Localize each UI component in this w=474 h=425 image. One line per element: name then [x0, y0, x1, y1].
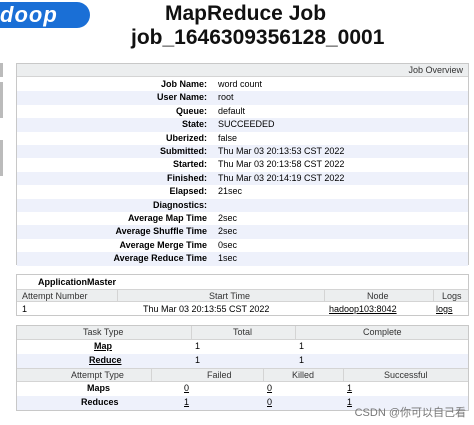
overview-row: Average Reduce Time 1sec [17, 252, 468, 266]
task-type-map-link[interactable]: Map [94, 341, 112, 351]
overview-row: Submitted: Thu Mar 03 20:13:53 CST 2022 [17, 145, 468, 159]
overview-row: State: SUCCEEDED [17, 118, 468, 132]
overview-row: User Name: root [17, 91, 468, 105]
column-header[interactable]: Attempt Type [71, 370, 124, 380]
column-header[interactable]: Killed [292, 370, 314, 380]
column-header[interactable]: Complete [363, 327, 402, 337]
field-label: Started: [172, 159, 207, 170]
successful-count-link[interactable]: 1 [347, 383, 352, 393]
field-label: Average Map Time [127, 213, 207, 223]
field-label: Job Name: [160, 79, 207, 89]
column-header[interactable]: Logs [442, 291, 462, 301]
job-overview-header: Job Overview [17, 64, 468, 77]
table-row: Reduce 1 1 [17, 354, 468, 368]
overview-row: Elapsed: 21sec [17, 185, 468, 198]
attempt-type: Reduces [81, 397, 119, 407]
attempt-number: 1 [22, 304, 28, 314]
table-row: 1 Thu Mar 03 20:13:55 CST 2022 hadoop103… [17, 303, 468, 316]
field-value: Thu Mar 03 20:13:53 CST 2022 [218, 146, 345, 156]
field-label: Average Merge Time [119, 239, 207, 250]
job-overview-panel: Job Overview Job Name: word count User Na… [16, 63, 469, 266]
overview-row: Average Shuffle Time 2sec [17, 225, 468, 239]
overview-row: Average Map Time 2sec [17, 212, 468, 225]
field-label: State: [181, 119, 207, 130]
nav-edge [0, 82, 3, 118]
task-total: 1 [195, 355, 201, 365]
field-label: Diagnostics: [152, 199, 207, 210]
task-complete: 1 [299, 341, 305, 351]
overview-row: Queue: default [17, 105, 468, 118]
table-header-row: Attempt Number Start Time Node Logs [17, 289, 468, 302]
field-value: 1sec [218, 253, 238, 264]
watermark: CSDN @你可以自己看 [354, 407, 466, 419]
nav-edge [0, 63, 3, 77]
table-row: Map 1 1 [17, 340, 468, 354]
overview-row: Started: Thu Mar 03 20:13:58 CST 2022 [17, 158, 468, 171]
task-summary-table: Task Type Total Complete Map 1 1 Reduce … [16, 325, 469, 411]
column-header[interactable]: Node [367, 291, 389, 301]
column-header[interactable]: Total [233, 327, 252, 337]
field-value: 21sec [218, 186, 243, 197]
field-value: 0sec [218, 239, 238, 250]
task-total: 1 [195, 341, 201, 351]
overview-row: Uberized: false [17, 132, 468, 145]
overview-row: Average Merge Time 0sec [17, 239, 468, 252]
field-value: SUCCEEDED [218, 119, 275, 130]
field-value: root [218, 92, 234, 103]
column-header[interactable]: Start Time [209, 291, 250, 301]
column-header[interactable]: Task Type [83, 327, 123, 337]
column-header[interactable]: Successful [384, 370, 428, 380]
failed-count-link[interactable]: 0 [184, 383, 189, 393]
killed-count-link[interactable]: 0 [267, 383, 272, 393]
overview-row: Job Name: word count [17, 78, 468, 91]
logs-link[interactable]: logs [436, 304, 453, 314]
hadoop-logo[interactable]: doop [0, 2, 90, 28]
field-label: Average Reduce Time [113, 253, 207, 264]
job-id-title: job_1646309356128_0001 [131, 26, 385, 49]
application-master-title: ApplicationMaster [38, 277, 117, 287]
table-header-row: Attempt Type Failed Killed Successful [17, 368, 468, 382]
field-value: Thu Mar 03 20:13:58 CST 2022 [218, 159, 345, 170]
field-value: word count [218, 79, 263, 89]
column-header[interactable]: Failed [207, 370, 232, 380]
field-value: default [218, 105, 246, 116]
overview-row: Finished: Thu Mar 03 20:14:19 CST 2022 [17, 171, 468, 186]
task-complete: 1 [299, 355, 305, 365]
field-label: Queue: [175, 105, 207, 116]
overview-row: Diagnostics: [17, 198, 468, 212]
table-header-row: Task Type Total Complete [17, 326, 468, 340]
attempt-type: Maps [87, 383, 111, 393]
application-master-table: ApplicationMaster Attempt Number Start T… [16, 274, 469, 316]
failed-count-link[interactable]: 1 [184, 397, 189, 407]
page-title: MapReduce Job [165, 2, 327, 25]
column-header[interactable]: Attempt Number [22, 291, 88, 301]
table-row: Maps 0 0 1 [17, 382, 468, 396]
field-value: false [218, 132, 238, 143]
field-label: User Name: [156, 92, 207, 103]
nav-edge [0, 140, 3, 176]
node-link[interactable]: hadoop103:8042 [329, 304, 397, 314]
section-title: Job Overview [408, 65, 463, 75]
field-value: 2sec [218, 213, 238, 223]
successful-count-link[interactable]: 1 [347, 397, 352, 407]
field-label: Uberized: [165, 132, 207, 143]
field-label: Average Shuffle Time [115, 226, 207, 237]
start-time: Thu Mar 03 20:13:55 CST 2022 [143, 304, 270, 314]
field-value: Thu Mar 03 20:14:19 CST 2022 [218, 172, 345, 183]
task-type-reduce-link[interactable]: Reduce [89, 355, 122, 365]
field-value: 2sec [218, 226, 238, 237]
field-label: Elapsed: [169, 186, 207, 197]
field-label: Submitted: [160, 146, 207, 156]
killed-count-link[interactable]: 0 [267, 397, 272, 407]
field-label: Finished: [167, 172, 207, 183]
